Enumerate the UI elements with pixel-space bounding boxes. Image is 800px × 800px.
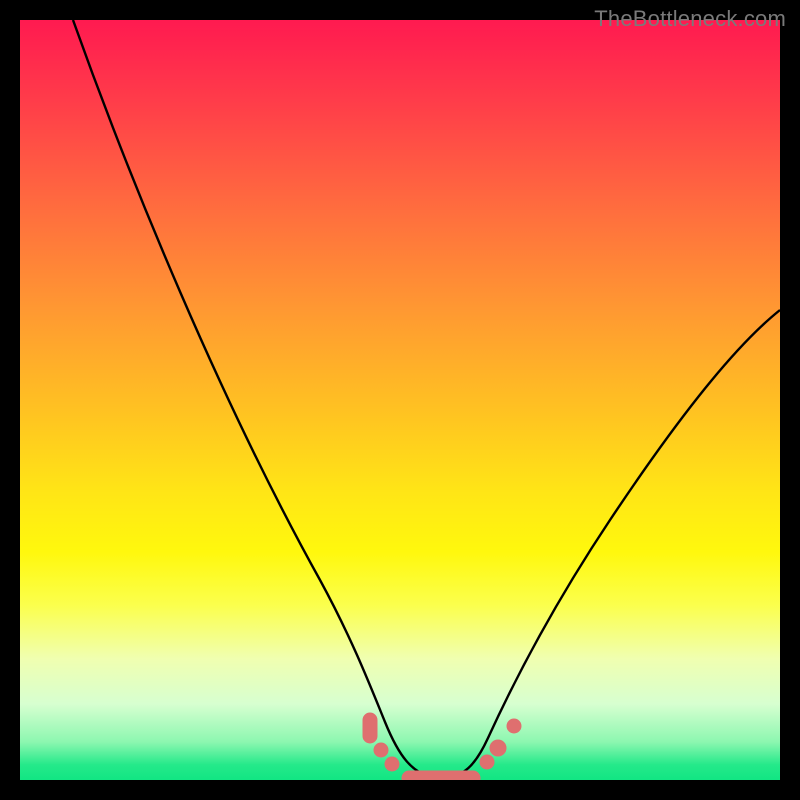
- marker-dot: [490, 740, 506, 756]
- marker-dot: [385, 757, 399, 771]
- marker-dot: [507, 719, 521, 733]
- marker-dot: [374, 743, 388, 757]
- marker-capsule: [402, 771, 480, 780]
- watermark-text: TheBottleneck.com: [594, 6, 786, 32]
- chart-frame: TheBottleneck.com: [0, 0, 800, 800]
- chart-plot-area: [20, 20, 780, 780]
- marker-dot: [480, 755, 494, 769]
- curve-layer: [20, 20, 780, 780]
- bottleneck-curve: [73, 20, 780, 778]
- marker-dot: [363, 713, 377, 743]
